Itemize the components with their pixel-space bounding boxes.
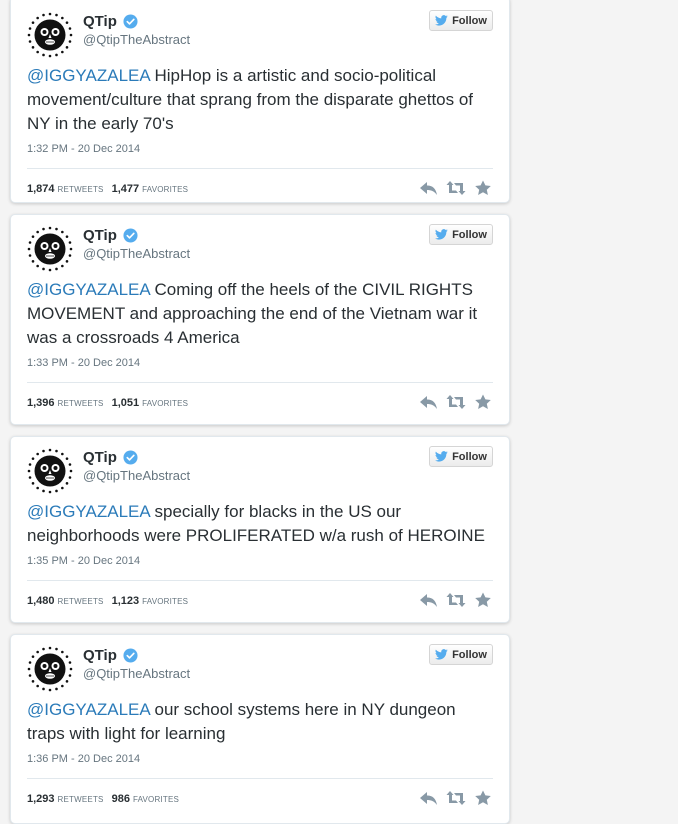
reply-icon[interactable]	[419, 790, 439, 806]
avatar[interactable]: ZULU NATION	[26, 645, 74, 693]
user-name[interactable]: QTip	[83, 13, 117, 30]
retweet-count[interactable]: 1,293	[27, 793, 55, 805]
tweet-card: ZULU NATION QTip @QtipTheAbstract Follow @IG…	[10, 436, 510, 623]
zulu-nation-logo-icon: ZULU NATION	[26, 645, 74, 693]
tweet-card: ZULU NATION QTip @QtipTheAbstract Follow @IG…	[10, 0, 510, 203]
avatar[interactable]: ZULU NATION	[26, 11, 74, 59]
retweet-count-label: RETWEETS	[57, 185, 104, 194]
divider	[27, 778, 493, 779]
retweet-count-label: RETWEETS	[57, 399, 104, 408]
favorite-count-label: FAVORITES	[142, 185, 189, 194]
divider	[27, 382, 493, 383]
avatar[interactable]: ZULU NATION	[26, 225, 74, 273]
follow-button-label: Follow	[452, 14, 487, 27]
divider	[27, 168, 493, 169]
verified-badge-icon	[123, 13, 138, 29]
favorite-count-label: FAVORITES	[142, 597, 189, 606]
tweet-card: ZULU NATION QTip @QtipTheAbstract Follow @IG…	[10, 214, 510, 425]
favorite-count[interactable]: 1,477	[112, 183, 140, 195]
retweet-count-label: RETWEETS	[57, 597, 104, 606]
follow-button[interactable]: Follow	[429, 224, 493, 245]
user-name-row: QTip	[83, 448, 138, 466]
mention-link[interactable]: @IGGYAZALEA	[27, 66, 150, 85]
tweet-text: @IGGYAZALEA HipHop is a artistic and soc…	[27, 64, 497, 136]
tweet-stats: 1,874 RETWEETS 1,477 FAVORITES	[27, 183, 188, 195]
verified-badge-icon	[123, 449, 138, 465]
user-name-row: QTip	[83, 12, 138, 30]
twitter-bird-icon	[435, 451, 448, 462]
favorite-icon[interactable]	[473, 394, 493, 410]
user-name[interactable]: QTip	[83, 227, 117, 244]
follow-button[interactable]: Follow	[429, 446, 493, 467]
verified-badge-icon	[123, 647, 138, 663]
favorite-count[interactable]: 1,051	[112, 397, 140, 409]
tweet-text: @IGGYAZALEA our school systems here in N…	[27, 698, 497, 746]
follow-button-label: Follow	[452, 648, 487, 661]
divider	[27, 580, 493, 581]
favorite-icon[interactable]	[473, 180, 493, 196]
tweet-timestamp[interactable]: 1:35 PM - 20 Dec 2014	[27, 555, 140, 567]
reply-icon[interactable]	[419, 394, 439, 410]
retweet-count-label: RETWEETS	[57, 795, 104, 804]
favorite-count-label: FAVORITES	[142, 399, 189, 408]
zulu-nation-logo-icon: ZULU NATION	[26, 447, 74, 495]
mention-link[interactable]: @IGGYAZALEA	[27, 700, 150, 719]
follow-button-label: Follow	[452, 228, 487, 241]
user-handle[interactable]: @QtipTheAbstract	[83, 246, 190, 261]
tweet-card: ZULU NATION QTip @QtipTheAbstract Follow @IG…	[10, 634, 510, 824]
retweet-count[interactable]: 1,480	[27, 595, 55, 607]
favorite-icon[interactable]	[473, 790, 493, 806]
retweet-icon[interactable]	[446, 790, 466, 806]
twitter-bird-icon	[435, 229, 448, 240]
favorite-count[interactable]: 986	[112, 793, 130, 805]
tweet-timestamp[interactable]: 1:33 PM - 20 Dec 2014	[27, 357, 140, 369]
avatar[interactable]: ZULU NATION	[26, 447, 74, 495]
twitter-bird-icon	[435, 649, 448, 660]
mention-link[interactable]: @IGGYAZALEA	[27, 280, 150, 299]
follow-button[interactable]: Follow	[429, 10, 493, 31]
verified-badge-icon	[123, 227, 138, 243]
tweet-actions	[412, 790, 493, 806]
retweet-count[interactable]: 1,396	[27, 397, 55, 409]
user-handle[interactable]: @QtipTheAbstract	[83, 666, 190, 681]
tweet-feed: ZULU NATION QTip @QtipTheAbstract Follow @IG…	[0, 0, 678, 824]
reply-icon[interactable]	[419, 592, 439, 608]
follow-button[interactable]: Follow	[429, 644, 493, 665]
tweet-stats: 1,480 RETWEETS 1,123 FAVORITES	[27, 595, 188, 607]
mention-link[interactable]: @IGGYAZALEA	[27, 502, 150, 521]
reply-icon[interactable]	[419, 180, 439, 196]
tweet-actions	[412, 394, 493, 410]
tweet-text: @IGGYAZALEA specially for blacks in the …	[27, 500, 497, 548]
user-name[interactable]: QTip	[83, 647, 117, 664]
tweet-text: @IGGYAZALEA Coming off the heels of the …	[27, 278, 497, 350]
retweet-icon[interactable]	[446, 592, 466, 608]
zulu-nation-logo-icon: ZULU NATION	[26, 225, 74, 273]
tweet-stats: 1,396 RETWEETS 1,051 FAVORITES	[27, 397, 188, 409]
user-name[interactable]: QTip	[83, 449, 117, 466]
tweet-timestamp[interactable]: 1:36 PM - 20 Dec 2014	[27, 753, 140, 765]
tweet-actions	[412, 592, 493, 608]
tweet-stats: 1,293 RETWEETS 986 FAVORITES	[27, 793, 179, 805]
user-handle[interactable]: @QtipTheAbstract	[83, 468, 190, 483]
zulu-nation-logo-icon: ZULU NATION	[26, 11, 74, 59]
tweet-actions	[412, 180, 493, 196]
retweet-icon[interactable]	[446, 180, 466, 196]
user-name-row: QTip	[83, 226, 138, 244]
user-handle[interactable]: @QtipTheAbstract	[83, 32, 190, 47]
follow-button-label: Follow	[452, 450, 487, 463]
user-name-row: QTip	[83, 646, 138, 664]
retweet-count[interactable]: 1,874	[27, 183, 55, 195]
retweet-icon[interactable]	[446, 394, 466, 410]
favorite-count-label: FAVORITES	[132, 795, 180, 804]
tweet-timestamp[interactable]: 1:32 PM - 20 Dec 2014	[27, 143, 140, 155]
favorite-count[interactable]: 1,123	[112, 595, 140, 607]
twitter-bird-icon	[435, 15, 448, 26]
favorite-icon[interactable]	[473, 592, 493, 608]
